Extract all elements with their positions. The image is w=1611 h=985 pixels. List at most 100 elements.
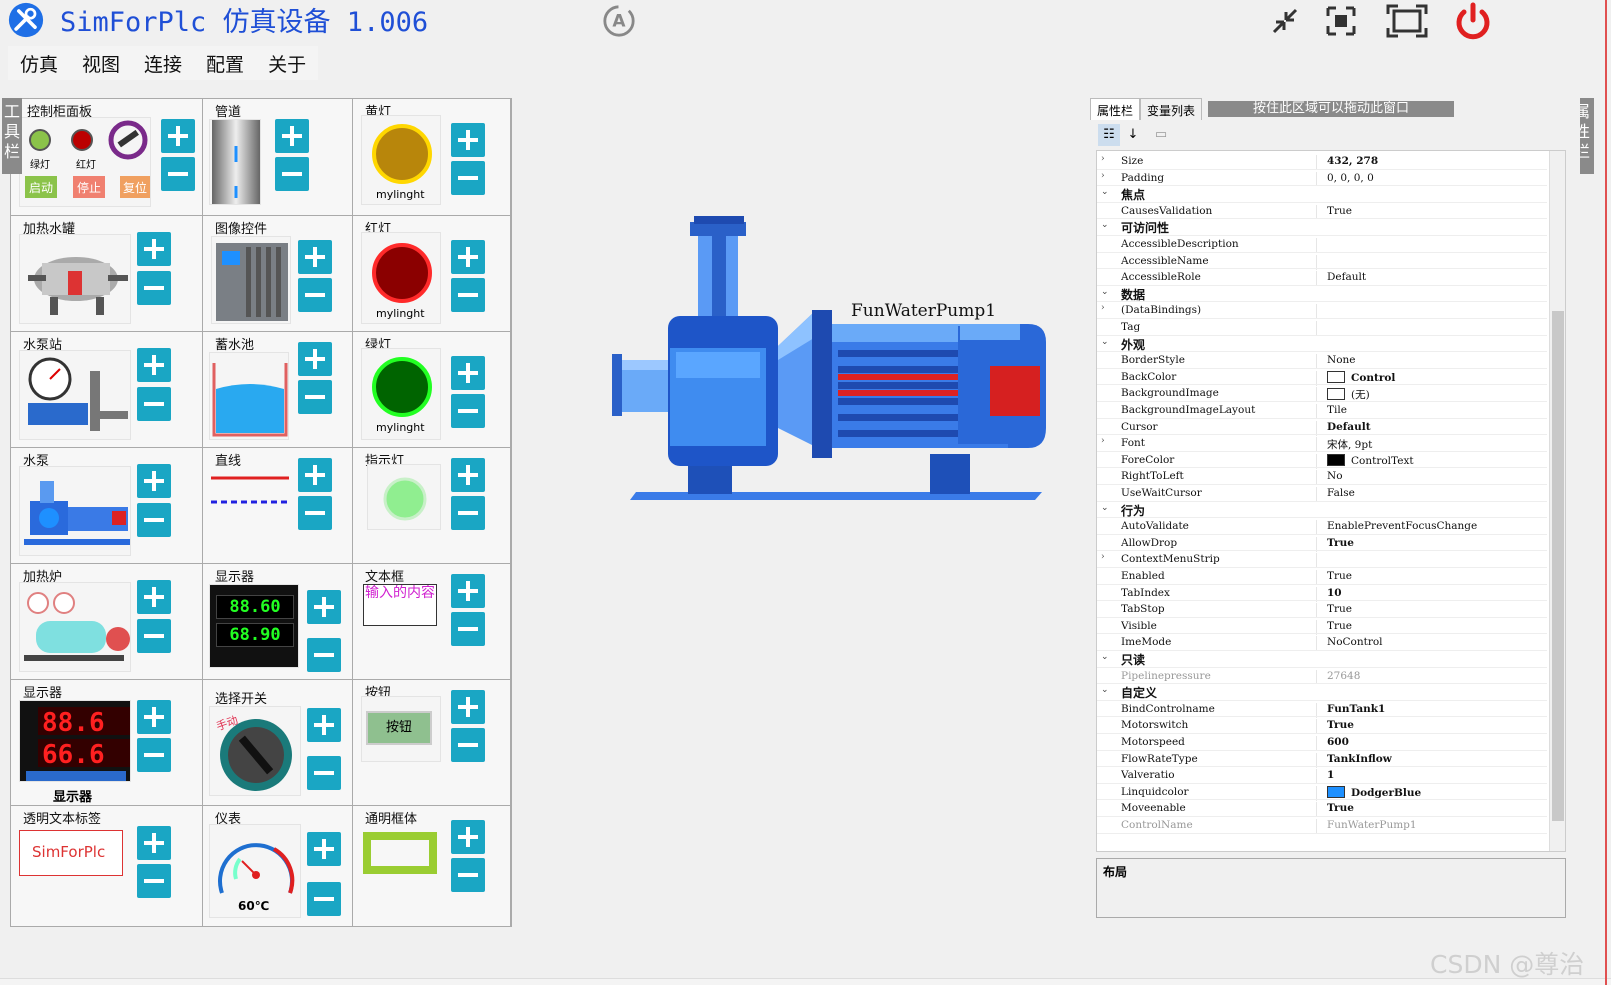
property-row[interactable]: AccessibleDescription: [1097, 236, 1549, 253]
chevron-right-icon[interactable]: ›: [1101, 171, 1111, 181]
property-row[interactable]: › Size 432, 278: [1097, 153, 1549, 170]
chevron-right-icon[interactable]: ›: [1101, 436, 1111, 446]
property-row[interactable]: AutoValidate EnablePreventFocusChange: [1097, 518, 1549, 536]
remove-button[interactable]: [451, 858, 485, 892]
property-row[interactable]: › (DataBindings): [1097, 302, 1549, 320]
remove-button[interactable]: [451, 161, 485, 195]
chevron-down-icon[interactable]: ⌄: [1101, 337, 1111, 347]
menu-connect[interactable]: 连接: [132, 46, 194, 80]
property-value[interactable]: No: [1327, 470, 1549, 482]
property-value[interactable]: 0, 0, 0, 0: [1327, 172, 1549, 184]
property-value[interactable]: True: [1327, 205, 1549, 217]
property-value[interactable]: 600: [1327, 736, 1549, 748]
chevron-right-icon[interactable]: ›: [1101, 154, 1111, 164]
property-row[interactable]: BorderStyle None: [1097, 352, 1549, 370]
property-row[interactable]: BackgroundImageLayout Tile: [1097, 402, 1549, 419]
remove-button[interactable]: [307, 638, 341, 672]
remove-button[interactable]: [275, 157, 309, 191]
menu-simulate[interactable]: 仿真: [8, 46, 70, 80]
property-value[interactable]: ControlText: [1327, 453, 1549, 467]
property-row[interactable]: › Font 宋体, 9pt: [1097, 435, 1549, 453]
maximize-icon[interactable]: [1384, 2, 1430, 40]
property-row[interactable]: Linquidcolor DodgerBlue: [1097, 784, 1549, 801]
toolbar-side-tab[interactable]: 工具栏: [2, 98, 22, 174]
property-value[interactable]: Default: [1327, 421, 1549, 433]
remove-button[interactable]: [137, 619, 171, 653]
chevron-down-icon[interactable]: ⌄: [1101, 503, 1111, 513]
remove-button[interactable]: [451, 496, 485, 530]
water-pump-control[interactable]: [520, 98, 1060, 928]
remove-button[interactable]: [307, 756, 341, 790]
property-row[interactable]: ForeColor ControlText: [1097, 452, 1549, 469]
property-row[interactable]: BindControlname FunTank1: [1097, 701, 1549, 718]
property-row[interactable]: FlowRateType TankInflow: [1097, 751, 1549, 768]
chevron-right-icon[interactable]: ›: [1101, 303, 1111, 313]
remove-button[interactable]: [298, 380, 332, 414]
property-row[interactable]: Motorspeed 600: [1097, 734, 1549, 751]
remove-button[interactable]: [298, 496, 332, 530]
add-button[interactable]: [137, 700, 171, 734]
property-value[interactable]: Default: [1327, 271, 1549, 283]
property-category[interactable]: ⌄ 行为: [1097, 501, 1549, 519]
property-row[interactable]: TabStop True: [1097, 601, 1549, 619]
property-row[interactable]: BackColor Control: [1097, 369, 1549, 386]
property-value[interactable]: DodgerBlue: [1327, 785, 1549, 799]
property-row[interactable]: BackgroundImage (无): [1097, 385, 1549, 403]
property-grid[interactable]: › Size 432, 278 › Padding 0, 0, 0, 0 ⌄ 焦点 Causes…: [1096, 150, 1566, 852]
property-row[interactable]: RightToLeft No: [1097, 468, 1549, 486]
property-value[interactable]: FunTank1: [1327, 703, 1549, 715]
drag-handle[interactable]: 按住此区域可以拖动此窗口: [1208, 101, 1454, 117]
property-row[interactable]: Pipelinepressure 27648: [1097, 668, 1549, 685]
property-category[interactable]: ⌄ 数据: [1097, 285, 1549, 303]
add-button[interactable]: [275, 119, 309, 153]
property-value[interactable]: False: [1327, 487, 1549, 499]
property-value[interactable]: True: [1327, 802, 1549, 814]
property-row[interactable]: Visible True: [1097, 618, 1549, 635]
property-row[interactable]: AccessibleRole Default: [1097, 269, 1549, 287]
property-value[interactable]: NoControl: [1327, 636, 1549, 648]
property-category[interactable]: ⌄ 自定义: [1097, 684, 1549, 702]
property-value[interactable]: 10: [1327, 587, 1549, 599]
add-button[interactable]: [451, 356, 485, 390]
property-value[interactable]: Tile: [1327, 404, 1549, 416]
add-button[interactable]: [298, 240, 332, 274]
minimize-arrows-icon[interactable]: [1262, 2, 1308, 40]
property-value[interactable]: True: [1327, 537, 1549, 549]
add-button[interactable]: [137, 580, 171, 614]
add-button[interactable]: [137, 826, 171, 860]
property-row[interactable]: ControlName FunWaterPump1: [1097, 817, 1549, 834]
remove-button[interactable]: [137, 387, 171, 421]
remove-button[interactable]: [137, 271, 171, 305]
add-button[interactable]: [161, 119, 195, 153]
tab-properties[interactable]: 属性栏: [1090, 98, 1141, 120]
power-icon[interactable]: [1450, 2, 1496, 40]
property-row[interactable]: UseWaitCursor False: [1097, 485, 1549, 502]
add-button[interactable]: [298, 458, 332, 492]
remove-button[interactable]: [298, 278, 332, 312]
tab-variable-list[interactable]: 变量列表: [1140, 98, 1203, 120]
categorized-icon[interactable]: ☷: [1098, 124, 1120, 146]
add-button[interactable]: [451, 690, 485, 724]
remove-button[interactable]: [137, 738, 171, 772]
property-row[interactable]: Motorswitch True: [1097, 717, 1549, 735]
chevron-down-icon[interactable]: ⌄: [1101, 287, 1111, 297]
property-value[interactable]: Control: [1327, 370, 1549, 384]
property-grid-scrollbar[interactable]: [1549, 151, 1565, 851]
property-value[interactable]: FunWaterPump1: [1327, 819, 1549, 831]
property-row[interactable]: CausesValidation True: [1097, 203, 1549, 220]
property-category[interactable]: ⌄ 可访问性: [1097, 219, 1549, 237]
chevron-down-icon[interactable]: ⌄: [1101, 652, 1111, 662]
property-row[interactable]: Enabled True: [1097, 568, 1549, 585]
add-button[interactable]: [451, 820, 485, 854]
sort-alpha-icon[interactable]: ↓: [1122, 124, 1144, 146]
remove-button[interactable]: [307, 882, 341, 916]
add-button[interactable]: [137, 348, 171, 382]
property-row[interactable]: Moveenable True: [1097, 800, 1549, 818]
property-value[interactable]: True: [1327, 570, 1549, 582]
remove-button[interactable]: [451, 728, 485, 762]
property-row[interactable]: AccessibleName: [1097, 253, 1549, 270]
property-category[interactable]: ⌄ 只读: [1097, 651, 1549, 668]
property-value[interactable]: 27648: [1327, 670, 1549, 682]
property-row[interactable]: Tag: [1097, 319, 1549, 336]
property-row[interactable]: Valveratio 1: [1097, 767, 1549, 785]
